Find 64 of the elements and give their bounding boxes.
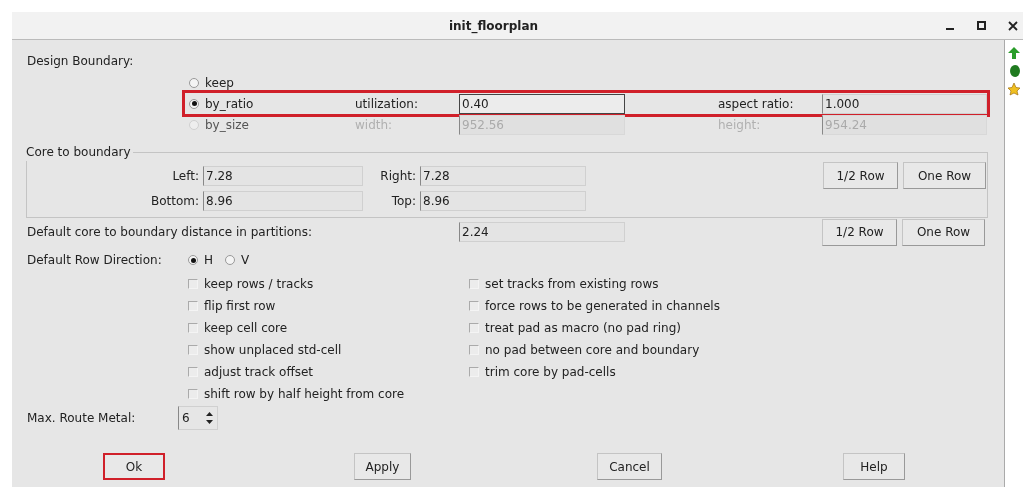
- field-label: Left:: [171, 167, 200, 185]
- spin-arrows-icon[interactable]: [205, 410, 214, 426]
- input-field[interactable]: 7.28: [420, 165, 586, 186]
- input-field[interactable]: 8.96: [420, 190, 586, 211]
- field-label: Top:: [390, 192, 417, 210]
- checkbox-label: shift row by half height from core: [204, 386, 405, 403]
- input-field[interactable]: 2.24: [459, 222, 625, 242]
- dialog-button[interactable]: One Row: [903, 162, 986, 189]
- field-label: Right:: [379, 167, 417, 185]
- spin-box[interactable]: 6: [178, 406, 218, 430]
- checkbox-label: keep rows / tracks: [204, 276, 314, 293]
- checkbox-label: show unplaced std-cell: [204, 342, 342, 359]
- checkbox-label: force rows to be generated in channels: [485, 298, 720, 315]
- checkbox-label: no pad between core and boundary: [485, 342, 700, 359]
- arrow-up-icon[interactable]: [1007, 46, 1021, 60]
- field-label: Default Row Direction:: [27, 252, 163, 269]
- checkbox[interactable]: [188, 389, 198, 399]
- field-label: aspect ratio:: [718, 95, 795, 113]
- dialog-button[interactable]: Cancel: [597, 453, 662, 480]
- field-label: Max. Route Metal:: [27, 410, 137, 427]
- radio-label: H: [204, 252, 214, 269]
- dialog-button[interactable]: One Row: [902, 218, 985, 246]
- field-label: Bottom:: [149, 192, 200, 210]
- checkbox[interactable]: [469, 301, 479, 311]
- dialog-button[interactable]: 1/2 Row: [823, 162, 898, 189]
- checkbox-label: adjust track offset: [204, 364, 313, 381]
- checkbox[interactable]: [188, 345, 198, 355]
- radio-label: by_ratio: [205, 95, 254, 113]
- radio-button[interactable]: [189, 77, 199, 88]
- field-label: Default core to boundary distance in partitions:: [27, 224, 313, 241]
- checkbox-label: flip first row: [204, 298, 276, 315]
- radio-label: keep: [205, 74, 234, 92]
- checkbox-label: trim core by pad-cells: [485, 364, 616, 381]
- field-label: utilization:: [355, 95, 419, 113]
- star-icon[interactable]: [1007, 82, 1021, 96]
- input-field[interactable]: 7.28: [203, 165, 363, 186]
- window-title: init_floorplan: [448, 17, 539, 35]
- checkbox[interactable]: [469, 367, 479, 377]
- radio-button[interactable]: [188, 255, 198, 265]
- checkbox[interactable]: [188, 301, 198, 311]
- checkbox-label: treat pad as macro (no pad ring): [485, 320, 681, 337]
- radio-label: by_size: [205, 116, 249, 134]
- checkbox-label: keep cell core: [204, 320, 288, 337]
- checkbox[interactable]: [469, 323, 479, 333]
- checkbox[interactable]: [188, 367, 198, 377]
- checkbox[interactable]: [188, 279, 198, 289]
- radio-button[interactable]: [225, 255, 236, 265]
- checkbox[interactable]: [188, 323, 198, 333]
- radio-button[interactable]: [189, 98, 199, 109]
- group-title: Core to boundary: [26, 144, 132, 161]
- input-field[interactable]: 1.000: [822, 93, 987, 114]
- dialog-button[interactable]: Ok: [103, 453, 165, 480]
- dialog-button[interactable]: Help: [843, 453, 905, 480]
- section-label: Design Boundary:: [27, 53, 135, 70]
- input-field[interactable]: 0.40: [459, 93, 625, 114]
- input-field[interactable]: 8.96: [203, 190, 363, 211]
- maximize-icon[interactable]: [977, 21, 986, 30]
- checkbox-label: set tracks from existing rows: [485, 276, 659, 293]
- checkbox[interactable]: [469, 345, 479, 355]
- close-icon[interactable]: [1008, 20, 1018, 31]
- checkbox[interactable]: [469, 279, 479, 289]
- radio-label: V: [241, 252, 250, 269]
- dialog-button[interactable]: 1/2 Row: [822, 218, 897, 246]
- dialog-button[interactable]: Apply: [354, 453, 411, 480]
